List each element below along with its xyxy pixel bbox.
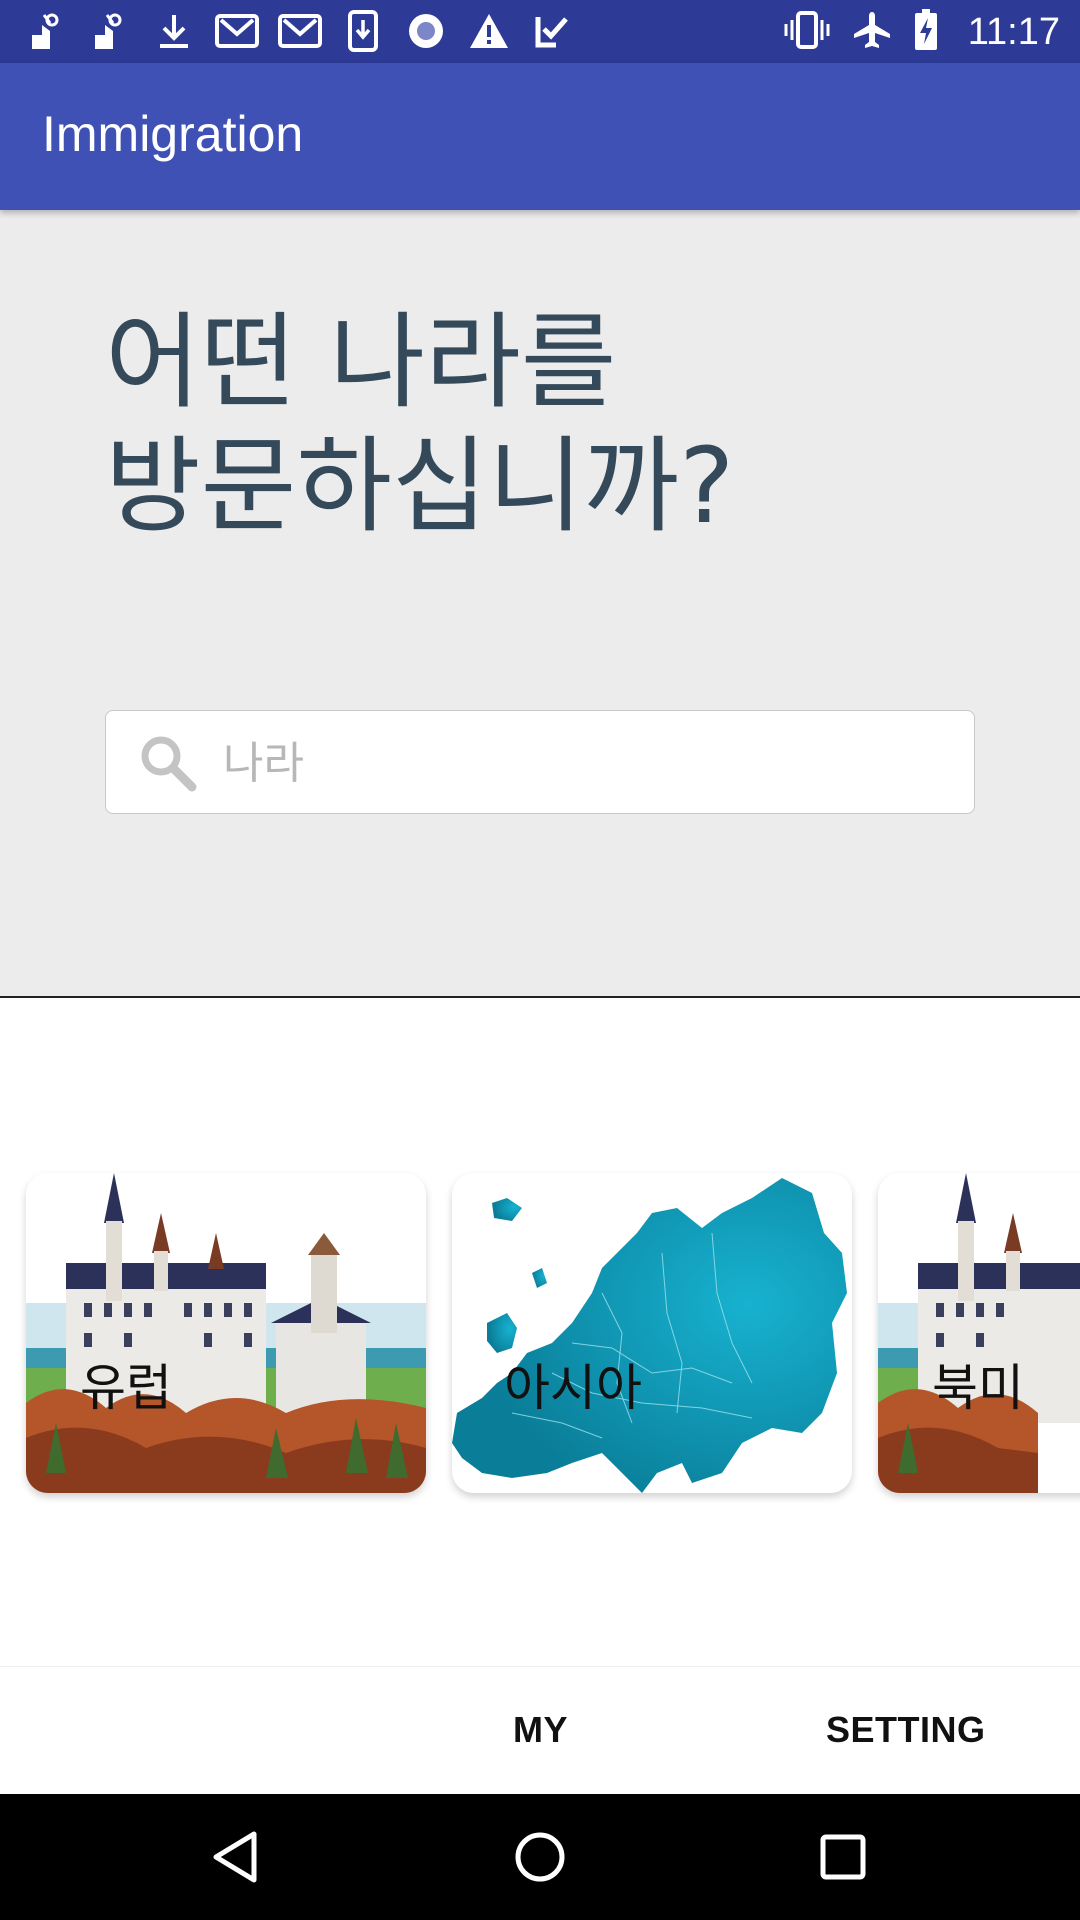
castle-image (26, 1173, 426, 1493)
search-icon (138, 733, 198, 793)
tab-setting[interactable]: SETTING (826, 1709, 986, 1751)
region-card-label: 북미 (932, 1359, 1024, 1417)
recents-icon[interactable] (810, 1824, 876, 1890)
home-icon[interactable] (507, 1824, 573, 1890)
europe-map-image (452, 1173, 852, 1493)
battery-charging-icon (914, 9, 938, 55)
task-check-icon (530, 9, 574, 53)
bottom-tab-bar: MY SETTING (0, 1666, 1080, 1795)
record-icon (404, 9, 448, 53)
region-card-label: 아시아 (504, 1359, 642, 1417)
headline-line-2: 방문하십니까? (105, 425, 735, 547)
gmail-icon (278, 9, 322, 53)
notification-icons (26, 9, 574, 53)
download-icon (152, 9, 196, 53)
vibrate-icon (784, 10, 830, 54)
download-file-icon (341, 9, 385, 53)
castle-image (878, 1173, 1080, 1493)
region-carousel[interactable]: 유럽 아시아 북미 (0, 998, 1080, 1666)
app-bar: Immigration (0, 63, 1080, 210)
region-card-north-america[interactable]: 북미 (878, 1173, 1080, 1493)
gmail-icon (215, 9, 259, 53)
status-bar: 11:17 (0, 0, 1080, 63)
warning-icon (467, 9, 511, 53)
clock: 11:17 (967, 10, 1060, 53)
region-card-asia[interactable]: 아시아 (452, 1173, 852, 1493)
app-notification-icon (89, 9, 133, 53)
app-notification-icon (26, 9, 70, 53)
region-card-label: 유럽 (80, 1359, 172, 1417)
navigation-bar (0, 1794, 1080, 1920)
question-section: 어떤 나라를 방문하십니까? (0, 210, 1080, 998)
back-icon[interactable] (204, 1824, 270, 1890)
region-card-europe[interactable]: 유럽 (26, 1173, 426, 1493)
airplane-mode-icon (852, 10, 892, 54)
country-search-input[interactable] (221, 729, 945, 797)
app-title: Immigration (42, 106, 304, 162)
country-search-box[interactable] (105, 710, 975, 814)
system-status-icons: 11:17 (784, 9, 1060, 55)
headline-line-1: 어떤 나라를 (105, 301, 617, 423)
page-headline: 어떤 나라를 방문하십니까? (105, 300, 905, 548)
tab-my[interactable]: MY (513, 1709, 568, 1751)
